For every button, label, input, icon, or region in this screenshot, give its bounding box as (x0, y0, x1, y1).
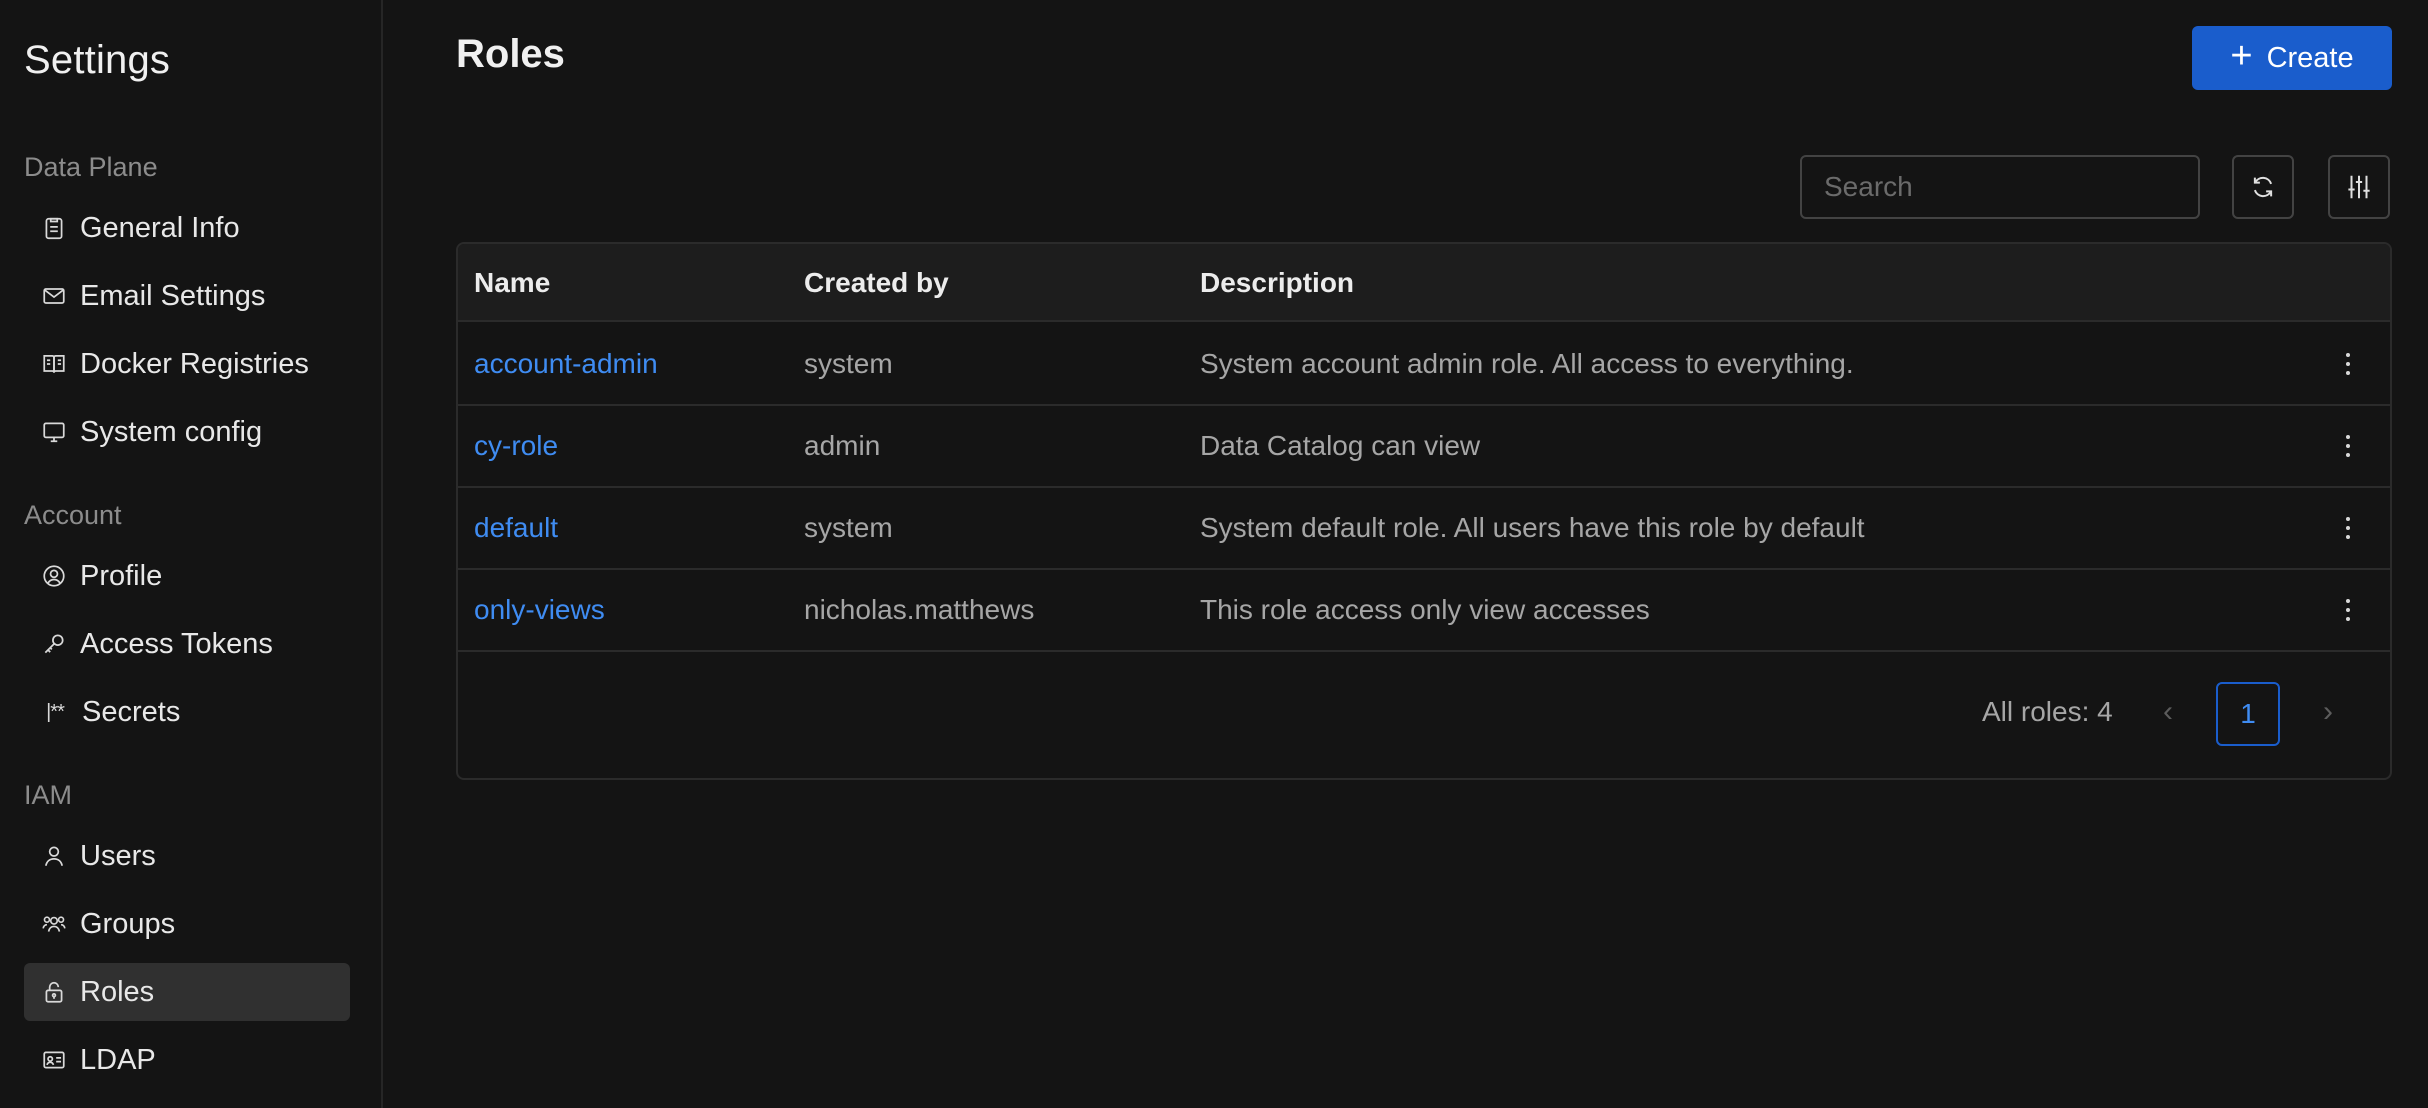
role-description: System account admin role. All access to… (1200, 348, 1854, 379)
create-button[interactable]: + Create (2192, 26, 2392, 90)
sidebar-item-users[interactable]: Users (24, 827, 350, 885)
sidebar-item-label: Docker Registries (80, 347, 309, 380)
password-icon: |** (46, 700, 65, 723)
sidebar-item-profile[interactable]: Profile (24, 547, 350, 605)
row-more-icon[interactable] (2336, 508, 2360, 548)
id-card-icon (40, 1046, 68, 1074)
table-row: account-admin system System account admi… (458, 324, 2390, 406)
sidebar-item-label: Roles (80, 975, 155, 1008)
sidebar-item-email-settings[interactable]: Email Settings (24, 267, 350, 325)
sidebar-item-system-config[interactable]: System config (24, 403, 350, 461)
sidebar-item-label: General Info (80, 211, 240, 244)
sidebar-item-access-tokens[interactable]: Access Tokens (24, 615, 350, 673)
sidebar-item-secrets[interactable]: |** Secrets (24, 683, 350, 741)
row-more-icon[interactable] (2336, 344, 2360, 384)
column-header-name[interactable]: Name (474, 244, 550, 322)
sidebar-item-label: Access Tokens (80, 627, 273, 660)
search-input[interactable] (1800, 155, 2200, 219)
sidebar-item-label: Email Settings (80, 279, 266, 312)
create-button-label: Create (2266, 41, 2354, 74)
user-icon (40, 842, 68, 870)
sidebar-item-general-info[interactable]: General Info (24, 199, 350, 257)
role-created-by: nicholas.matthews (804, 594, 1035, 625)
key-icon (40, 630, 68, 658)
plus-icon: + (2230, 35, 2253, 77)
user-circle-icon (40, 562, 68, 590)
sidebar-item-label: Profile (80, 559, 163, 592)
sidebar-item-ldap[interactable]: LDAP (24, 1031, 350, 1089)
table-header: Name Created by Description (458, 244, 2390, 322)
table-row: cy-role admin Data Catalog can view (458, 406, 2390, 488)
role-created-by: admin (804, 430, 881, 461)
column-settings-button[interactable] (2328, 155, 2390, 219)
clipboard-icon (40, 214, 68, 242)
role-name-link[interactable]: account-admin (474, 324, 658, 404)
table-row: default system System default role. All … (458, 488, 2390, 570)
role-name-link[interactable]: only-views (474, 570, 605, 650)
column-header-description[interactable]: Description (1200, 244, 1354, 322)
users-group-icon (40, 910, 68, 938)
role-name-link[interactable]: default (474, 488, 558, 568)
role-created-by: system (804, 348, 893, 379)
role-created-by: system (804, 512, 893, 543)
roles-table: Name Created by Description account-admi… (456, 242, 2392, 780)
pagination-next-icon[interactable]: › (2306, 690, 2350, 734)
role-description: System default role. All users have this… (1200, 512, 1865, 543)
pagination-total: All roles: 4 (1982, 696, 2113, 727)
sidebar-item-label: System config (80, 415, 263, 448)
pagination-prev-icon[interactable]: ‹ (2146, 690, 2190, 734)
sidebar: Settings Data Plane General Info Email S… (0, 0, 383, 1108)
section-label-iam: IAM (24, 780, 73, 810)
sidebar-item-label: LDAP (80, 1043, 156, 1076)
sidebar-item-label: Groups (80, 907, 176, 940)
sidebar-item-roles[interactable]: Roles (24, 963, 350, 1021)
refresh-button[interactable] (2232, 155, 2294, 219)
section-label-account: Account (24, 500, 122, 530)
book-icon (40, 350, 68, 378)
lock-icon (40, 978, 68, 1006)
row-more-icon[interactable] (2336, 590, 2360, 630)
page-title: Roles (456, 32, 565, 76)
section-label-data-plane: Data Plane (24, 152, 158, 182)
sidebar-item-docker-registries[interactable]: Docker Registries (24, 335, 350, 393)
sidebar-title: Settings (24, 38, 171, 82)
sidebar-item-groups[interactable]: Groups (24, 895, 350, 953)
refresh-icon (2253, 176, 2273, 198)
app-root: Settings Data Plane General Info Email S… (0, 0, 2428, 1108)
sidebar-item-label: Secrets (82, 695, 181, 728)
role-description: Data Catalog can view (1200, 430, 1481, 461)
sliders-icon (2348, 175, 2370, 199)
sidebar-item-label: Users (80, 839, 156, 872)
pagination-page-1[interactable]: 1 (2216, 682, 2280, 746)
role-name-link[interactable]: cy-role (474, 406, 558, 486)
role-description: This role access only view accesses (1200, 594, 1650, 625)
table-row: only-views nicholas.matthews This role a… (458, 570, 2390, 652)
mail-icon (40, 282, 68, 310)
row-more-icon[interactable] (2336, 426, 2360, 466)
monitor-icon (40, 418, 68, 446)
column-header-created-by[interactable]: Created by (804, 244, 949, 322)
